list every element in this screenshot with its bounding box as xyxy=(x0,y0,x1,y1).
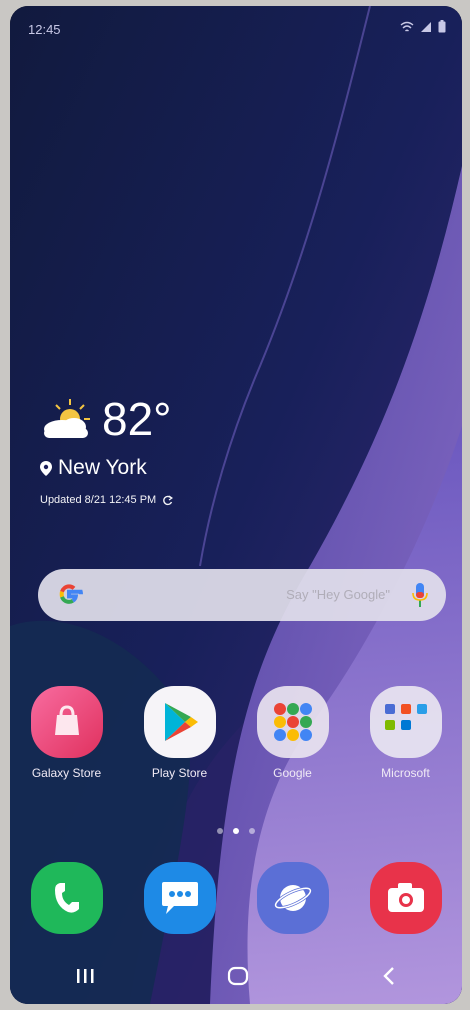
app-galaxy-store[interactable]: Galaxy Store xyxy=(17,686,117,780)
phone-screen: 12:45 82° New York Updated 8/21 12:45 PM… xyxy=(10,6,462,1004)
status-icons xyxy=(400,20,446,33)
google-g-icon xyxy=(59,584,83,604)
weather-widget[interactable]: 82° New York Updated 8/21 12:45 PM xyxy=(40,393,174,506)
app-google-folder[interactable]: Google xyxy=(243,686,343,780)
play-store-icon xyxy=(143,686,216,758)
camera-icon xyxy=(369,862,442,934)
app-label: Microsoft xyxy=(381,766,430,780)
google-folder-icon xyxy=(256,686,329,758)
partly-cloudy-icon xyxy=(44,399,90,438)
refresh-icon[interactable] xyxy=(162,495,174,506)
mic-icon[interactable] xyxy=(412,583,428,607)
messages-icon xyxy=(143,862,216,934)
dock-camera[interactable] xyxy=(356,862,456,934)
app-label: Google xyxy=(273,766,312,780)
app-label: Play Store xyxy=(151,766,208,780)
galaxy-store-icon xyxy=(30,686,103,758)
page-indicator[interactable] xyxy=(10,828,462,834)
back-icon[interactable] xyxy=(381,966,397,986)
phone-icon xyxy=(30,862,103,934)
home-app-row: Galaxy Store Play Store Google Microsoft xyxy=(10,686,462,780)
google-search-bar[interactable]: Say "Hey Google" xyxy=(38,569,446,621)
microsoft-folder-icon xyxy=(369,686,442,758)
internet-icon xyxy=(256,862,329,934)
page-dot xyxy=(249,828,255,834)
dock xyxy=(10,862,462,934)
app-label: Galaxy Store xyxy=(31,766,102,780)
updated-time: Updated 8/21 12:45 PM xyxy=(40,494,157,506)
recent-apps-icon[interactable] xyxy=(75,967,95,985)
app-play-store[interactable]: Play Store xyxy=(130,686,230,780)
page-dot xyxy=(217,828,223,834)
dock-messages[interactable] xyxy=(130,862,230,934)
home-button-icon[interactable] xyxy=(226,965,250,987)
battery-icon xyxy=(438,20,446,33)
app-microsoft-folder[interactable]: Microsoft xyxy=(356,686,456,780)
signal-icon xyxy=(421,21,431,32)
temperature: 82° xyxy=(102,393,172,445)
navigation-bar xyxy=(10,948,462,1004)
search-hint: Say "Hey Google" xyxy=(286,587,390,602)
status-bar: 12:45 xyxy=(10,6,462,50)
location-pin-icon xyxy=(40,460,52,476)
page-dot-active xyxy=(233,828,239,834)
dock-internet[interactable] xyxy=(243,862,343,934)
status-time: 12:45 xyxy=(28,22,61,37)
location-name: New York xyxy=(58,456,147,479)
wifi-icon xyxy=(400,21,414,32)
dock-phone[interactable] xyxy=(17,862,117,934)
